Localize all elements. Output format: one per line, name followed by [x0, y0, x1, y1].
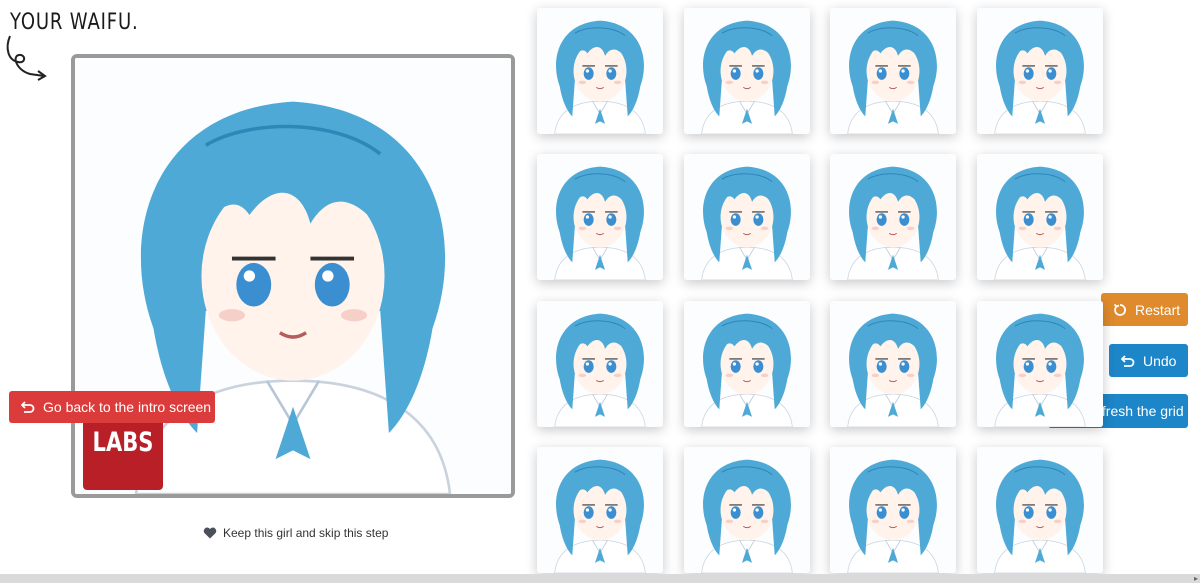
anime-girl-portrait	[977, 447, 1103, 573]
grid-portrait[interactable]	[977, 447, 1103, 573]
grid-portrait[interactable]	[537, 301, 663, 427]
anime-girl-portrait	[684, 8, 810, 134]
anime-girl-portrait	[684, 447, 810, 573]
grid-portrait[interactable]	[684, 301, 810, 427]
grid-portrait[interactable]	[684, 8, 810, 134]
scroll-right-icon[interactable]: ▸	[1194, 574, 1198, 583]
grid-portrait[interactable]	[977, 8, 1103, 134]
grid-portrait[interactable]	[537, 447, 663, 573]
anime-girl-portrait	[684, 301, 810, 427]
restart-icon	[1113, 303, 1126, 316]
anime-girl-portrait	[830, 447, 956, 573]
page-title: YOUR WAIFU.	[10, 10, 139, 35]
restart-button-label: Restart	[1135, 301, 1181, 318]
undo-button[interactable]: Undo	[1109, 344, 1188, 377]
anime-girl-portrait	[684, 154, 810, 280]
horizontal-scrollbar[interactable]: ▸	[0, 574, 1200, 583]
heart-icon	[203, 527, 217, 539]
anime-girl-portrait	[977, 8, 1103, 134]
grid-portrait[interactable]	[537, 8, 663, 134]
grid-portrait[interactable]	[684, 447, 810, 573]
grid-portrait[interactable]	[684, 154, 810, 280]
anime-girl-portrait	[830, 154, 956, 280]
keep-girl-label: Keep this girl and skip this step	[223, 526, 389, 540]
grid-portrait[interactable]	[537, 154, 663, 280]
anime-girl-portrait	[537, 447, 663, 573]
grid-portrait[interactable]	[830, 8, 956, 134]
anime-girl-portrait	[537, 301, 663, 427]
back-button-label: Go back to the intro screen	[43, 399, 212, 415]
restart-button[interactable]: Restart	[1101, 293, 1188, 326]
anime-girl-portrait	[830, 301, 956, 427]
anime-girl-portrait	[830, 8, 956, 134]
back-to-intro-button[interactable]: Go back to the intro screen	[9, 391, 215, 423]
selected-portrait: WAIFU LABS	[71, 54, 515, 498]
anime-girl-portrait	[537, 154, 663, 280]
curly-arrow-icon	[6, 35, 47, 81]
anime-girl-portrait	[537, 8, 663, 134]
grid-portrait[interactable]	[977, 301, 1103, 427]
grid-portrait[interactable]	[977, 154, 1103, 280]
undo-arrow-icon	[1121, 354, 1135, 367]
grid-portrait[interactable]	[830, 154, 956, 280]
undo-button-label: Undo	[1143, 352, 1177, 369]
undo-arrow-icon	[21, 401, 35, 413]
anime-girl-portrait	[977, 154, 1103, 280]
grid-portrait[interactable]	[830, 301, 956, 427]
grid-portrait[interactable]	[830, 447, 956, 573]
keep-girl-link[interactable]: Keep this girl and skip this step	[203, 526, 388, 540]
anime-girl-portrait	[977, 301, 1103, 427]
